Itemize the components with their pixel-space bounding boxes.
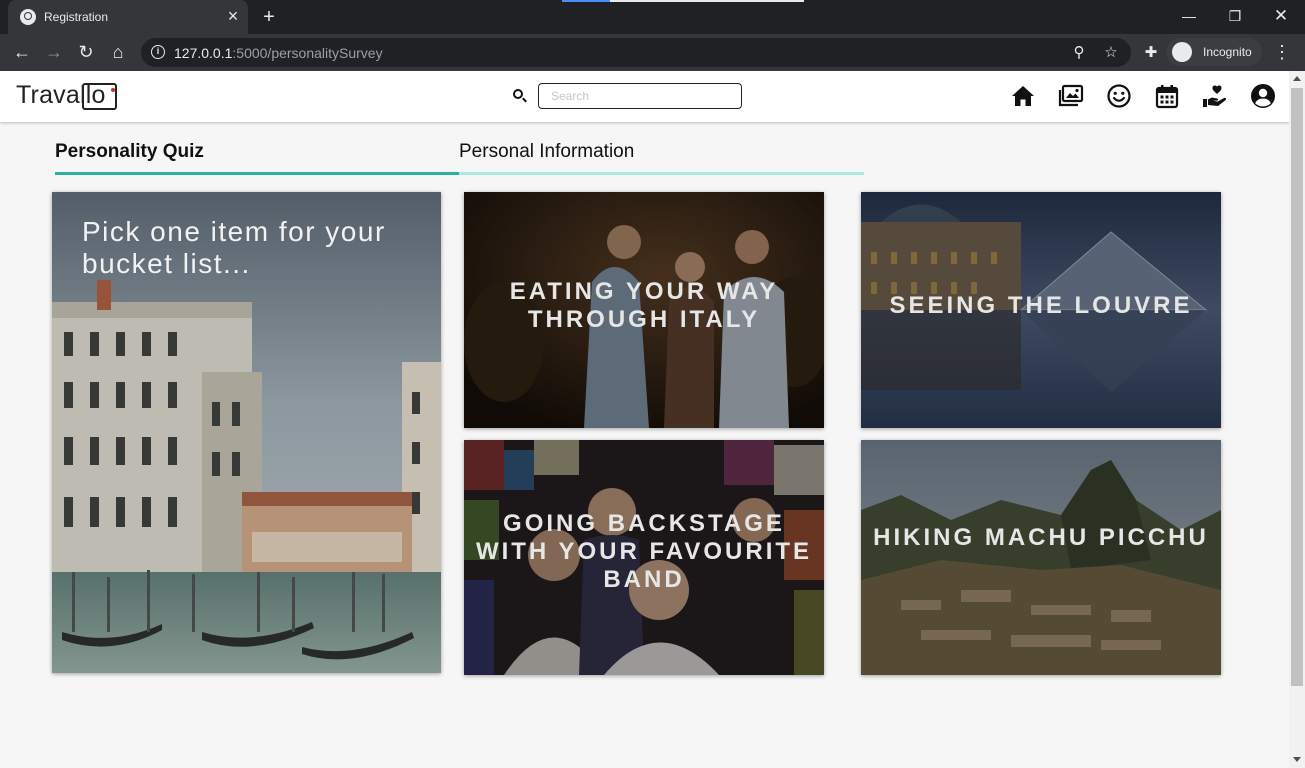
survey-tabs: Personality Quiz Personal Information [55,141,864,175]
url-text: 127.0.0.1:5000/personalitySurvey [174,45,383,61]
globe-icon [20,9,36,25]
site-logo[interactable]: Travallo [16,81,117,113]
option-band-card[interactable]: Going backstage with your favourite band [464,440,824,675]
quiz-prompt-card: Pick one item for your bucket list... [52,192,441,673]
tab-personality-quiz[interactable]: Personality Quiz [55,141,459,175]
minimize-icon[interactable]: — [1177,6,1201,26]
scrollbar-thumb[interactable] [1291,88,1303,686]
browser-menu-icon[interactable]: ⋮ [1272,40,1292,64]
page-scrollbar[interactable] [1289,71,1305,768]
reload-icon[interactable]: ↻ [74,40,98,64]
tab-personal-information[interactable]: Personal Information [459,141,864,175]
search-icon [513,89,523,99]
scroll-down-arrow-icon[interactable] [1293,757,1301,762]
restore-icon[interactable]: ❐ [1223,6,1247,26]
back-icon[interactable]: ← [10,40,34,64]
loading-indicator [562,0,804,2]
incognito-label: Incognito [1203,45,1252,59]
browser-toolbar: ← → ↻ ⌂ i 127.0.0.1:5000/personalitySurv… [0,34,1305,71]
new-tab-icon[interactable]: + [258,6,280,28]
option-band-label: Going backstage with your favourite band [475,510,813,593]
extensions-icon[interactable]: ✚ [1141,43,1161,63]
forward-icon[interactable]: → [42,40,66,64]
calendar-icon[interactable] [1154,83,1180,109]
page-viewport: Travallo Personality Quiz Personal Infor… [0,71,1289,768]
hand-heart-icon[interactable] [1202,83,1228,109]
gallery-icon[interactable] [1058,83,1084,109]
option-machu-picchu-card[interactable]: Hiking Machu Picchu [861,440,1221,675]
option-louvre-label: Seeing the Louvre [889,292,1193,319]
browser-tab-bar: Registration × + — ❐ ✕ [0,0,1305,34]
search-input[interactable] [538,83,742,109]
home-icon[interactable] [1010,83,1036,109]
home-browser-icon[interactable]: ⌂ [106,40,130,64]
site-header: Travallo [0,71,1289,122]
bookmark-star-icon[interactable]: ☆ [1101,43,1121,63]
account-icon[interactable] [1250,83,1276,109]
incognito-badge[interactable]: Incognito [1166,38,1262,66]
close-tab-icon[interactable]: × [224,7,242,25]
address-bar[interactable]: i 127.0.0.1:5000/personalitySurvey ⚲ ☆ [141,38,1131,67]
machu-picchu-image [861,440,1221,675]
close-window-icon[interactable]: ✕ [1269,6,1293,26]
quiz-prompt-text: Pick one item for your bucket list... [82,216,386,279]
browser-tab-title: Registration [44,10,109,24]
camera-dot-icon [111,88,115,92]
option-louvre-card[interactable]: Seeing the Louvre [861,192,1221,428]
option-machu-picchu-label: Hiking Machu Picchu [873,524,1209,551]
option-italy-card[interactable]: Eating your way through Italy [464,192,824,428]
incognito-icon [1172,42,1192,62]
scroll-up-arrow-icon[interactable] [1293,76,1301,81]
zoom-icon[interactable]: ⚲ [1069,43,1089,63]
smiley-icon[interactable] [1106,83,1132,109]
browser-tab[interactable]: Registration × [8,0,248,34]
option-italy-label: Eating your way through Italy [509,278,779,333]
info-icon[interactable]: i [151,45,165,59]
